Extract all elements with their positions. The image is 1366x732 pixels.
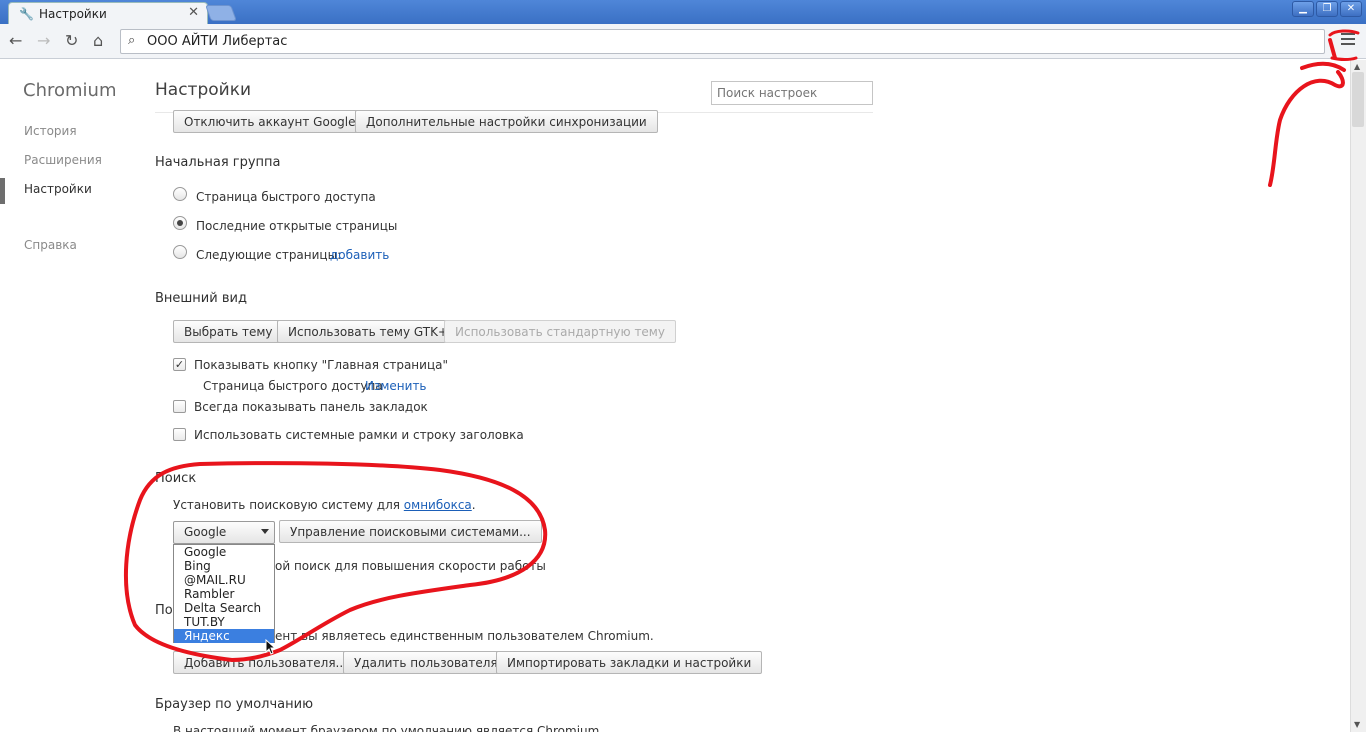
import-bookmarks-button[interactable]: Импортировать закладки и настройки [496,651,763,674]
search-engine-dropdown-list: Google Bing @MAIL.RU Rambler Delta Searc… [173,544,275,643]
back-icon[interactable]: ← [9,31,22,50]
default-browser-description: В настоящий момент браузером по умолчани… [173,724,604,732]
advanced-sync-button[interactable]: Дополнительные настройки синхронизации [355,110,658,133]
forward-icon[interactable]: → [37,31,50,50]
sidebar-item-extensions[interactable]: Расширения [24,153,102,167]
search-engine-selected: Google [184,525,227,539]
search-icon: ⌕ [128,33,136,48]
appearance-section-title: Внешний вид [155,291,247,306]
option-continue: Последние открытые страницы [196,219,398,233]
show-home-label: Показывать кнопку "Главная страница" [194,358,448,372]
scrollbar-thumb[interactable] [1352,72,1364,127]
users-description: ент вы являетесь единственным пользовате… [275,629,654,643]
sidebar-item-history[interactable]: История [24,124,77,138]
wrench-icon: 🔧 [19,7,34,21]
search-desc-suffix: . [471,498,476,512]
vertical-scrollbar[interactable] [1350,60,1366,732]
search-description: Установить поисковую систему для омнибок… [173,498,476,512]
sidebar-item-help[interactable]: Справка [24,238,77,252]
scroll-up-icon[interactable]: ▲ [1354,62,1360,71]
restore-button[interactable]: ❐ [1316,1,1338,17]
search-engine-select[interactable]: Google [173,521,275,544]
option-specific-pages: Следующие страницы: [196,248,342,262]
active-marker [0,178,5,204]
dropdown-option[interactable]: Google [174,545,274,559]
omnibox-link[interactable]: омнибокса [404,498,472,512]
omnibox[interactable]: ⌕ ООО АЙТИ Либертас [120,29,1325,54]
dropdown-option[interactable]: Rambler [174,587,274,601]
page-title: Настройки [155,80,252,100]
sidebar-item-settings[interactable]: Настройки [24,182,92,196]
dropdown-option-selected[interactable]: Яндекс [174,629,274,643]
home-page-value: Страница быстрого доступа [203,379,383,393]
users-section-title: По [155,603,173,618]
home-icon[interactable]: ⌂ [93,31,103,50]
default-browser-title: Браузер по умолчанию [155,697,314,712]
tab-title: Настройки [39,7,107,21]
tab-settings[interactable]: 🔧 Настройки ✕ [8,2,208,24]
title-bar: 🔧 Настройки ✕ ▁ ❐ ✕ [0,0,1366,24]
brand-title: Chromium [23,80,117,101]
startup-section-title: Начальная группа [155,155,281,170]
add-pages-link[interactable]: добавить [330,248,389,262]
gtk-theme-button[interactable]: Использовать тему GTK+ [277,320,459,343]
reload-icon[interactable]: ↻ [65,31,78,50]
search-section-title: Поиск [155,471,197,486]
show-home-checkbox[interactable]: ✓ [173,358,186,371]
minimize-button[interactable]: ▁ [1292,1,1314,17]
default-theme-button[interactable]: Использовать стандартную тему [444,320,676,343]
close-window-button[interactable]: ✕ [1340,1,1362,17]
remove-user-button[interactable]: Удалить пользователя [343,651,509,674]
menu-icon[interactable] [1337,30,1359,52]
mouse-cursor-icon [265,639,275,655]
instant-search-label: ой поиск для повышения скорости работы [275,559,546,573]
disconnect-google-button[interactable]: Отключить аккаунт Google... [173,110,378,133]
settings-search-input[interactable] [711,81,873,105]
dropdown-option[interactable]: Bing [174,559,274,573]
browser-toolbar: ← → ↻ ⌂ ⌕ ООО АЙТИ Либертас [0,24,1366,59]
change-home-link[interactable]: Изменить [365,379,427,393]
radio-new-tab-page[interactable] [173,187,187,201]
system-frames-checkbox[interactable] [173,428,186,441]
scroll-down-icon[interactable]: ▼ [1354,720,1360,729]
choose-theme-button[interactable]: Выбрать тему [173,320,284,343]
dropdown-option[interactable]: TUT.BY [174,615,274,629]
bookmarks-bar-label: Всегда показывать панель закладок [194,400,428,414]
search-desc-prefix: Установить поисковую систему для [173,498,404,512]
system-frames-label: Использовать системные рамки и строку за… [194,428,524,442]
window-controls: ▁ ❐ ✕ [1292,1,1362,17]
manage-search-engines-button[interactable]: Управление поисковыми системами... [279,520,542,543]
sidebar: Chromium История Расширения Настройки Сп… [0,60,140,732]
close-tab-icon[interactable]: ✕ [188,5,199,20]
address-text: ООО АЙТИ Либертас [147,34,288,49]
new-tab-button[interactable] [205,5,237,21]
settings-content: Настройки Отключить аккаунт Google... До… [155,60,1345,732]
chevron-down-icon [261,529,269,534]
bookmarks-bar-checkbox[interactable] [173,400,186,413]
radio-continue[interactable] [173,216,187,230]
radio-specific-pages[interactable] [173,245,187,259]
dropdown-option[interactable]: @MAIL.RU [174,573,274,587]
option-new-tab-page: Страница быстрого доступа [196,190,376,204]
dropdown-option[interactable]: Delta Search [174,601,274,615]
